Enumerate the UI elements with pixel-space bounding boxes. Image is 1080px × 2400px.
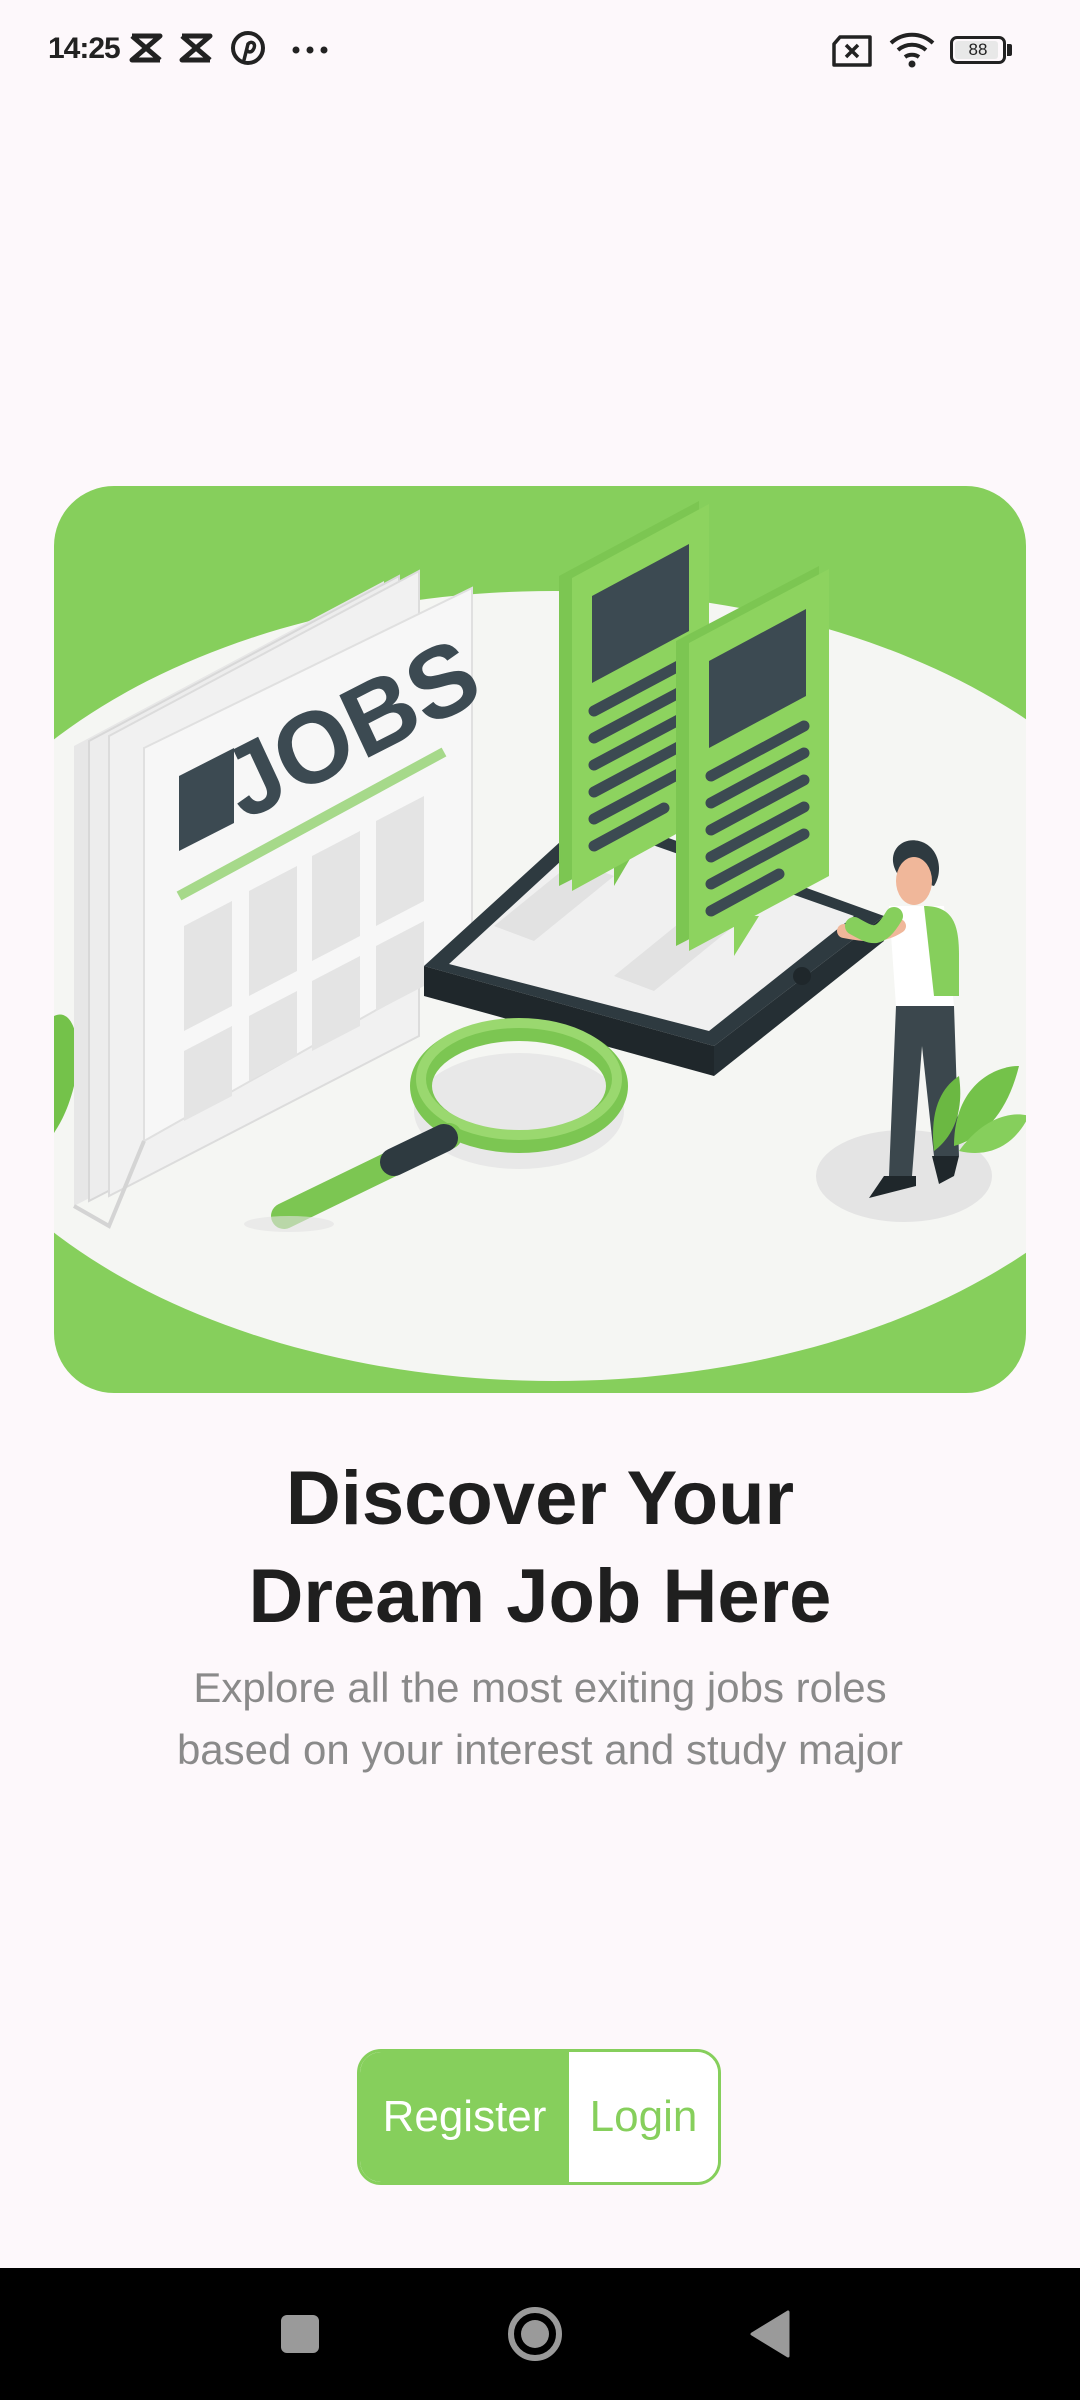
pinterest-icon [231,31,265,65]
subtitle-line-1: Explore all the most exiting jobs roles [193,1664,887,1711]
more-dots-icon [292,46,328,54]
hero-illustration: JOBS [54,486,1026,1393]
no-sim-icon [832,35,872,67]
title-line-2: Dream Job Here [248,1554,832,1639]
back-button[interactable] [710,2268,830,2400]
recents-button[interactable] [240,2268,360,2400]
status-time: 14:25 [48,32,121,65]
recents-square-icon [281,2315,319,2353]
login-button[interactable]: Login [569,2052,718,2182]
title-line-1: Discover Your [285,1456,795,1541]
subtitle-line-2: based on your interest and study major [176,1726,904,1773]
battery-level: 88 [968,40,988,59]
page-title: Discover Your Dream Job Here [0,1450,1080,1646]
capcut-icon [179,33,213,63]
register-button[interactable]: Register [360,2052,569,2182]
battery-icon: 88 [950,36,1012,64]
back-triangle-icon [750,2310,790,2358]
capcut-icon [129,33,163,63]
system-nav-bar [0,2268,1080,2400]
auth-button-group: Register Login [357,2049,721,2185]
wifi-icon [889,32,935,68]
status-bar: 14:25 88 [0,0,1080,100]
home-circle-icon [508,2307,562,2361]
page-subtitle: Explore all the most exiting jobs roles … [0,1657,1080,1781]
home-button[interactable] [475,2268,595,2400]
onboarding-screen: 14:25 88 JOBS Discover Your Dream Job He… [0,0,1080,2400]
